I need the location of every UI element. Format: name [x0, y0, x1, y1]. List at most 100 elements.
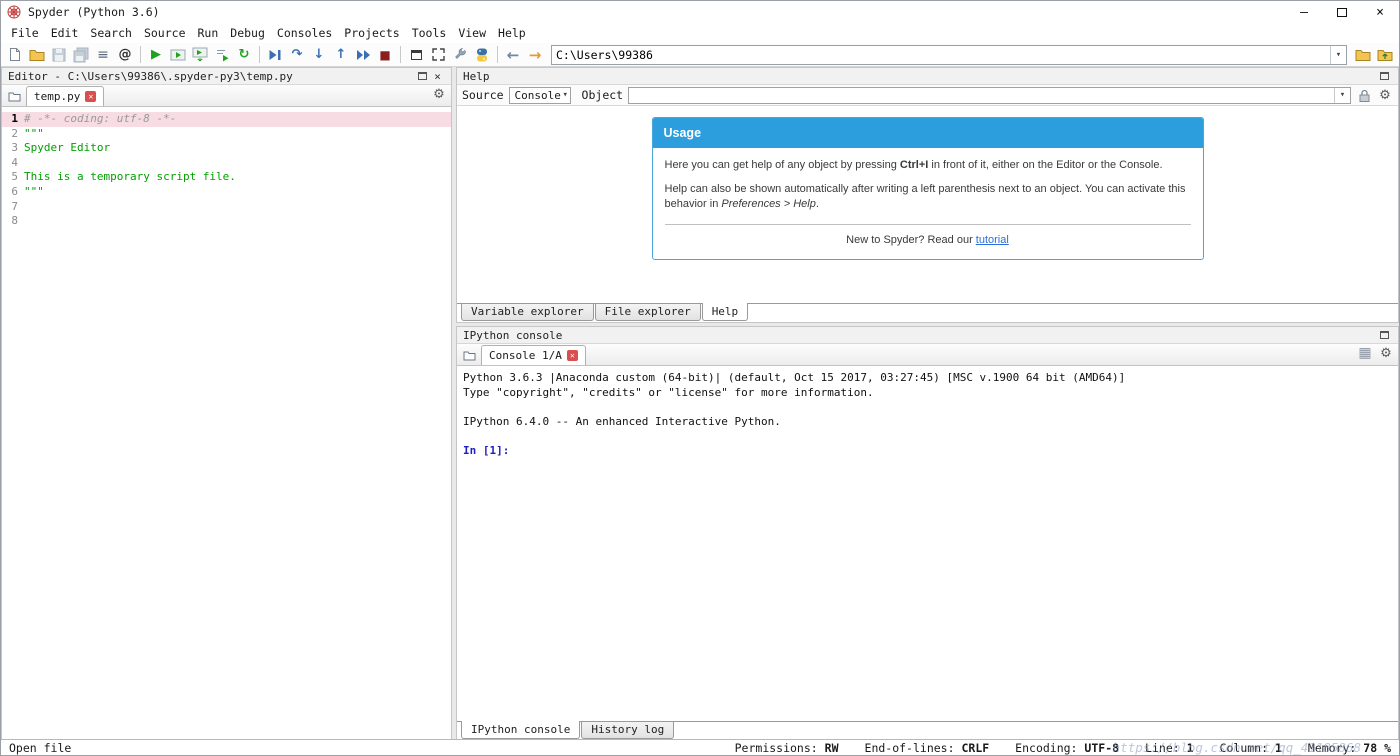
tutorial-link[interactable]: tutorial — [976, 234, 1009, 246]
tab-variable-explorer[interactable]: Variable explorer — [461, 304, 594, 321]
menu-tools[interactable]: Tools — [406, 24, 453, 42]
toolbar-separator — [497, 46, 498, 63]
source-combo[interactable]: Console ▾ — [508, 86, 571, 104]
fullscreen-icon[interactable] — [427, 44, 449, 66]
console-output[interactable]: Python 3.6.3 |Anaconda custom (64-bit)| … — [457, 366, 1398, 721]
menu-run[interactable]: Run — [192, 24, 225, 42]
working-directory-combo[interactable]: ▾ — [551, 44, 1347, 65]
text: Here you can get help of any object by p… — [664, 159, 900, 171]
code-line[interactable]: 8 — [2, 214, 451, 229]
help-options-gear-icon[interactable]: ⚙ — [1377, 87, 1393, 103]
minimize-button[interactable]: – — [1285, 1, 1323, 23]
menu-consoles[interactable]: Consoles — [271, 24, 338, 42]
help-options-row: Source Console ▾ Object ▾ ⚙ — [457, 85, 1398, 106]
tab-help[interactable]: Help — [701, 303, 749, 321]
close-pane-icon[interactable]: × — [430, 69, 445, 84]
menu-source[interactable]: Source — [138, 24, 192, 42]
debug-icon[interactable] — [264, 44, 286, 66]
tab-file-explorer[interactable]: File explorer — [594, 304, 701, 321]
find-symbols-icon[interactable]: @ — [114, 44, 136, 66]
tab-ipython-console[interactable]: IPython console — [461, 721, 581, 739]
usage-footer: New to Spyder? Read our tutorial — [665, 233, 1191, 250]
working-directory-input[interactable] — [552, 47, 1330, 62]
rerun-last-cell-icon[interactable]: ↻ — [233, 44, 255, 66]
browse-tabs-icon[interactable] — [5, 87, 23, 105]
continue-icon[interactable] — [352, 44, 374, 66]
menu-search[interactable]: Search — [84, 24, 138, 42]
menu-edit[interactable]: Edit — [45, 24, 85, 42]
status-bar: Open file Permissions: RW End-of-lines: … — [1, 739, 1399, 755]
run-selection-icon[interactable] — [211, 44, 233, 66]
object-input[interactable] — [629, 88, 1334, 102]
label: Column: — [1219, 740, 1269, 755]
close-tab-icon[interactable]: ✕ — [85, 91, 97, 102]
close-button[interactable]: × — [1361, 1, 1399, 23]
code-editor[interactable]: 1 # -*- coding: utf-8 -*- 2 """ 3 Spyder Ed… — [2, 107, 451, 740]
grid-icon[interactable]: ▦ — [1356, 344, 1374, 362]
save-all-icon[interactable] — [70, 44, 92, 66]
code-line[interactable]: 7 — [2, 200, 451, 215]
column-status: Column: 1 — [1220, 741, 1282, 755]
menu-help[interactable]: Help — [492, 24, 532, 42]
value: RW — [824, 740, 839, 755]
menu-debug[interactable]: Debug — [224, 24, 271, 42]
chevron-down-icon[interactable]: ▾ — [1334, 87, 1350, 103]
undock-icon[interactable] — [1377, 69, 1392, 84]
label: End-of-lines: — [864, 740, 955, 755]
forward-icon[interactable]: → — [524, 44, 546, 66]
run-icon[interactable]: ▶ — [145, 44, 167, 66]
tab-label: temp.py — [34, 90, 81, 103]
value: 1 — [1186, 740, 1194, 755]
step-out-icon[interactable]: ↑ — [330, 44, 352, 66]
python-path-icon[interactable] — [471, 44, 493, 66]
close-tab-icon[interactable]: ✕ — [566, 350, 578, 361]
eol-status: End-of-lines: CRLF — [865, 741, 990, 755]
undock-icon[interactable] — [1377, 328, 1392, 343]
run-cell-advance-icon[interactable] — [189, 44, 211, 66]
help-pane-title: Help — [457, 68, 1398, 85]
browse-directory-icon[interactable] — [1352, 44, 1374, 66]
code-line[interactable]: 2 """ — [2, 127, 451, 142]
object-combo[interactable]: ▾ — [628, 86, 1351, 104]
save-icon[interactable] — [48, 44, 70, 66]
menu-file[interactable]: File — [5, 24, 45, 42]
new-file-icon[interactable] — [4, 44, 26, 66]
code-line[interactable]: 1 # -*- coding: utf-8 -*- — [2, 112, 451, 127]
window-title: Spyder (Python 3.6) — [28, 5, 160, 19]
console-title-text: IPython console — [463, 328, 563, 342]
tab-console-1a[interactable]: Console 1/A ✕ — [481, 345, 586, 365]
editor-pane: Editor - C:\Users\99386\.spyder-py3\temp… — [1, 67, 452, 741]
tab-history-log[interactable]: History log — [581, 722, 675, 739]
chevron-down-icon[interactable]: ▾ — [561, 88, 570, 103]
step-over-icon[interactable]: ↷ — [286, 44, 308, 66]
stop-icon[interactable]: ■ — [374, 44, 396, 66]
help-content: Usage Here you can get help of any objec… — [457, 106, 1398, 303]
menu-projects[interactable]: Projects — [338, 24, 405, 42]
code-line[interactable]: 3 Spyder Editor — [2, 141, 451, 156]
code-line[interactable]: 5 This is a temporary script file. — [2, 170, 451, 185]
console-pane-title: IPython console — [457, 327, 1398, 344]
menu-view[interactable]: View — [452, 24, 492, 42]
editor-options-gear-icon[interactable]: ⚙ — [430, 85, 448, 103]
step-into-icon[interactable]: ↓ — [308, 44, 330, 66]
code-line[interactable]: 6 """ — [2, 185, 451, 200]
browse-tabs-icon[interactable] — [460, 346, 478, 364]
code-text: Spyder Editor — [24, 141, 111, 155]
lock-icon[interactable] — [1356, 87, 1372, 103]
undock-icon[interactable] — [415, 69, 430, 84]
line-number: 6 — [11, 184, 18, 198]
file-switcher-icon[interactable]: ≡ — [92, 44, 114, 66]
maximize-button[interactable] — [1323, 1, 1361, 23]
chevron-down-icon[interactable]: ▾ — [1330, 45, 1346, 64]
run-cell-icon[interactable] — [167, 44, 189, 66]
preferences-icon[interactable] — [449, 44, 471, 66]
parent-directory-icon[interactable] — [1374, 44, 1396, 66]
maximize-pane-icon[interactable] — [405, 44, 427, 66]
open-file-icon[interactable] — [26, 44, 48, 66]
console-prompt-line[interactable]: In [1]: — [463, 444, 1392, 459]
code-line[interactable]: 4 — [2, 156, 451, 171]
console-options-gear-icon[interactable]: ⚙ — [1377, 344, 1395, 362]
back-icon[interactable]: ← — [502, 44, 524, 66]
tab-temp-py[interactable]: temp.py ✕ — [26, 86, 105, 106]
